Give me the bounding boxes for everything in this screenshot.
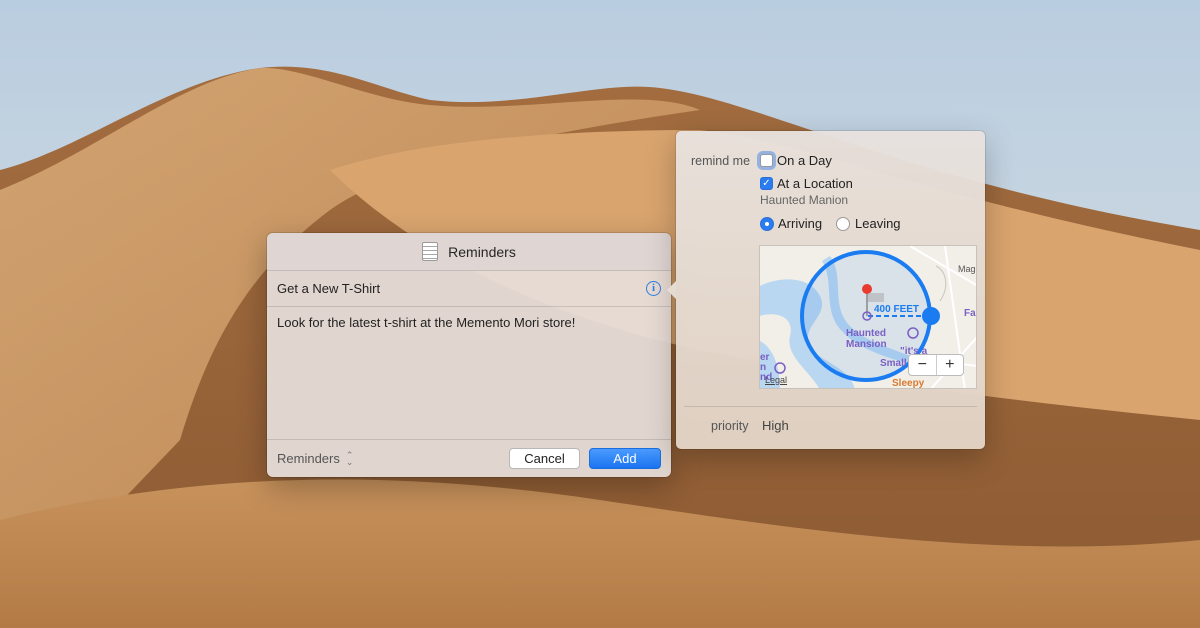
label-fa: Fa (964, 308, 976, 319)
list-selector[interactable]: Reminders ⌃ ⌄ (277, 449, 509, 467)
map-zoom-control: − + (908, 354, 964, 376)
zoom-out-button[interactable]: − (909, 355, 936, 375)
leaving-radio[interactable] (836, 217, 850, 231)
zoom-in-button[interactable]: + (935, 355, 964, 375)
label-sleepy: Sleepy (892, 378, 925, 389)
reminder-notes-field[interactable]: Look for the latest t-shirt at the Memen… (267, 307, 671, 438)
place-label-2: Mansion (846, 339, 887, 350)
reminder-details-popover: remind me On a Day ✓ At a Location Haunt… (667, 131, 985, 449)
map-legal-link[interactable]: Legal (765, 375, 787, 385)
leaving-label[interactable]: Leaving (855, 216, 901, 231)
cancel-button[interactable]: Cancel (509, 448, 580, 469)
place-label-1: Haunted (846, 328, 886, 339)
reminders-panel: Reminders Get a New T-Shirt i Look for t… (267, 233, 671, 477)
reminder-title-field[interactable]: Get a New T-Shirt (277, 281, 646, 296)
reminders-list-icon (422, 242, 439, 261)
on-a-day-checkbox[interactable] (760, 154, 773, 167)
list-name: Reminders (277, 451, 340, 466)
add-button[interactable]: Add (589, 448, 661, 469)
panel-footer: Reminders ⌃ ⌄ Cancel Add (267, 439, 671, 477)
panel-titlebar: Reminders (267, 233, 671, 271)
at-location-checkbox[interactable]: ✓ (760, 177, 773, 190)
panel-title: Reminders (448, 243, 516, 260)
location-map[interactable]: 400 FEET Haunted Mansion "it's a Small S… (759, 245, 977, 389)
location-name[interactable]: Haunted Manion (760, 193, 848, 207)
up-down-chevron-icon: ⌃ ⌄ (345, 449, 354, 467)
label-small: Small (880, 358, 907, 369)
label-mag: Mag (958, 264, 976, 274)
priority-label: priority (711, 419, 749, 433)
arriving-radio[interactable] (760, 217, 774, 231)
arriving-label[interactable]: Arriving (778, 216, 822, 231)
popover-arrow (667, 281, 676, 299)
at-location-label[interactable]: At a Location (777, 176, 853, 191)
priority-select[interactable]: High (762, 418, 789, 433)
on-a-day-label[interactable]: On a Day (777, 153, 832, 168)
remind-me-label: remind me (691, 154, 751, 168)
radius-label: 400 FEET (874, 304, 919, 315)
popover-divider (684, 406, 977, 407)
reminder-title-row[interactable]: Get a New T-Shirt i (267, 271, 671, 307)
info-icon[interactable]: i (646, 281, 661, 296)
